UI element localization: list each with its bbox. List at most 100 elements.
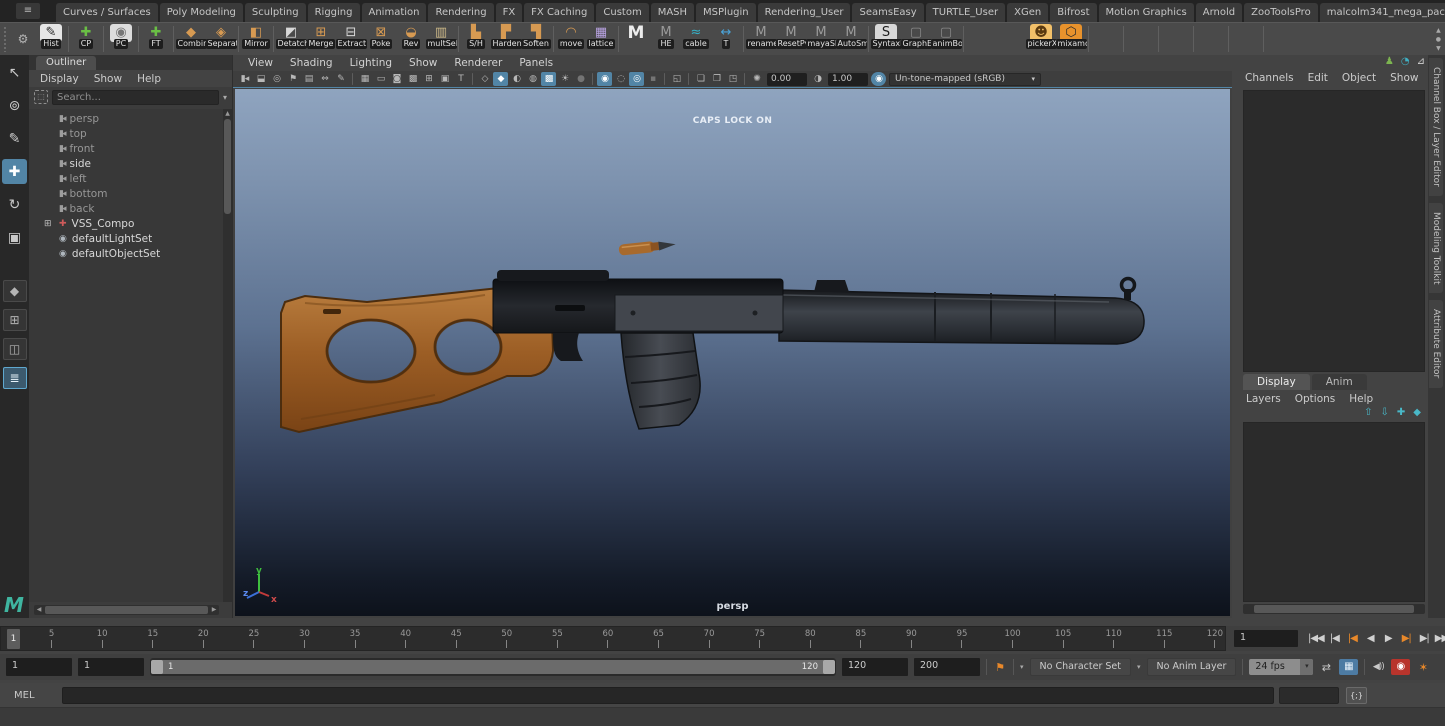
menu-tab[interactable]: TURTLE_User bbox=[926, 3, 1005, 22]
timeline-tick[interactable]: 55 bbox=[542, 629, 572, 648]
outliner-search-input[interactable] bbox=[52, 90, 219, 105]
layer-editor-menu[interactable]: Options bbox=[1295, 393, 1336, 405]
shelf-button[interactable] bbox=[743, 26, 744, 52]
textured-icon[interactable]: ▩ bbox=[541, 72, 556, 86]
shelf-button[interactable]: ⬡ mixamo bbox=[1056, 24, 1086, 55]
timeline-tick[interactable]: 5 bbox=[37, 629, 67, 648]
exposure-field[interactable]: 0.00 bbox=[767, 73, 807, 86]
timeline-tick[interactable]: 105 bbox=[1048, 629, 1078, 648]
anim-layer-selector[interactable]: No Anim Layer bbox=[1147, 658, 1237, 676]
lights-icon[interactable]: ☀ bbox=[557, 72, 572, 86]
outliner-item[interactable]: bottom bbox=[29, 186, 223, 201]
outliner-search-caret-icon[interactable]: ▾ bbox=[223, 93, 227, 102]
timeline-tick[interactable]: 110 bbox=[1099, 629, 1129, 648]
shelf-button[interactable]: ◆ Combin bbox=[176, 24, 206, 55]
viewport-menu[interactable]: Panels bbox=[519, 57, 553, 69]
move-layer-down-icon[interactable]: ⇩ bbox=[1381, 407, 1389, 418]
shelf-button[interactable]: ▦ lattice bbox=[586, 24, 616, 55]
step-back-key-button[interactable]: |◀ bbox=[1345, 633, 1360, 644]
shelf-button[interactable] bbox=[618, 26, 619, 52]
shelf-button[interactable]: ✚ FT bbox=[141, 24, 171, 55]
separator[interactable] bbox=[688, 73, 689, 85]
shelf-button[interactable] bbox=[173, 26, 174, 52]
copy-view-icon[interactable]: ❏ bbox=[693, 72, 708, 86]
shelf-button[interactable] bbox=[996, 24, 1026, 55]
timeline-tick[interactable]: 95 bbox=[947, 629, 977, 648]
shelf-button[interactable] bbox=[1263, 26, 1264, 52]
playback-end-field[interactable]: 120 bbox=[842, 658, 908, 676]
timeline-tick[interactable]: 65 bbox=[644, 629, 674, 648]
timeline-tick[interactable]: 25 bbox=[239, 629, 269, 648]
outliner-item[interactable]: side bbox=[29, 156, 223, 171]
image-plane-icon[interactable]: ▤ bbox=[301, 72, 316, 86]
rotate-tool[interactable]: ↻ bbox=[2, 192, 27, 217]
channel-speed-icon[interactable]: ◔ bbox=[1401, 55, 1410, 69]
animation-end-field[interactable]: 200 bbox=[914, 658, 980, 676]
timeline-tick[interactable]: 10 bbox=[87, 629, 117, 648]
layer-editor-tab[interactable]: Anim bbox=[1312, 374, 1367, 390]
current-frame-field[interactable]: 1 bbox=[1234, 630, 1298, 647]
channel-box-menu[interactable]: Channels bbox=[1245, 72, 1294, 84]
shelf-button[interactable] bbox=[963, 26, 964, 52]
shelf-button[interactable] bbox=[966, 24, 996, 55]
outliner-item[interactable]: ⊞ VSS_Compo bbox=[29, 216, 223, 231]
scrollbar-thumb[interactable] bbox=[45, 606, 208, 614]
shelf-button[interactable]: ▢ animBot bbox=[931, 24, 961, 55]
menu-tab[interactable]: SeamsEasy bbox=[852, 3, 923, 22]
layer-list[interactable] bbox=[1243, 422, 1425, 602]
timeline-tick[interactable]: 120 bbox=[1200, 629, 1230, 648]
scroll-right-icon[interactable]: ▶ bbox=[209, 605, 219, 615]
create-layer-selected-icon[interactable]: ✚ bbox=[1397, 407, 1405, 418]
shelf-button[interactable]: ☻ pickerX bbox=[1026, 24, 1056, 55]
outliner-item[interactable]: persp bbox=[29, 111, 223, 126]
timeline-tick[interactable]: 20 bbox=[188, 629, 218, 648]
viewport-menu[interactable]: Show bbox=[409, 57, 437, 69]
shelf-button[interactable] bbox=[1126, 24, 1156, 55]
shelf-button[interactable]: ▜ Soften bbox=[521, 24, 551, 55]
fps-dropdown[interactable]: 24 fps ▾ bbox=[1249, 659, 1313, 675]
shelf-button[interactable] bbox=[1231, 24, 1261, 55]
grid-icon[interactable]: ▦ bbox=[357, 72, 372, 86]
screen-space-ao-icon[interactable]: ◉ bbox=[597, 72, 612, 86]
tone-map-icon[interactable]: ◉ bbox=[871, 72, 886, 86]
scrollbar-thumb[interactable] bbox=[1254, 605, 1414, 613]
shelf-button[interactable]: ▙ S/H bbox=[461, 24, 491, 55]
outliner-persp-layout[interactable]: ≣ bbox=[3, 367, 27, 389]
rifle-model[interactable] bbox=[235, 89, 1230, 616]
cached-playback-icon[interactable]: ▦ bbox=[1339, 659, 1358, 675]
timeline-tick[interactable]: 90 bbox=[896, 629, 926, 648]
timeline-tick[interactable]: 15 bbox=[138, 629, 168, 648]
outliner-item[interactable]: left bbox=[29, 171, 223, 186]
scroll-up-icon[interactable]: ▲ bbox=[223, 109, 232, 118]
channel-manipulator-icon[interactable]: ♟ bbox=[1385, 55, 1394, 69]
depth-of-field-icon[interactable]: ▪ bbox=[645, 72, 660, 86]
viewport-menu[interactable]: View bbox=[248, 57, 273, 69]
command-line-language-label[interactable]: MEL bbox=[0, 690, 62, 701]
shelf-button[interactable]: M ResetPv bbox=[776, 24, 806, 55]
select-tool[interactable]: ↖ bbox=[2, 60, 27, 85]
auto-keyframe-icon[interactable]: ◉ bbox=[1391, 659, 1410, 675]
outliner-list[interactable]: persp top front side bbox=[29, 109, 223, 602]
shelf-button[interactable]: M HE bbox=[651, 24, 681, 55]
menu-tab[interactable]: Poly Modeling bbox=[160, 3, 243, 22]
shelf-button[interactable]: ↔ T bbox=[711, 24, 741, 55]
side-panel-tab[interactable]: Channel Box / Layer Editor bbox=[1429, 58, 1443, 196]
script-editor-button[interactable]: {;} bbox=[1346, 687, 1367, 704]
menu-tab[interactable]: Arnold bbox=[1196, 3, 1242, 22]
viewport-3d-view[interactable]: CAPS LOCK ON persp y z x bbox=[235, 89, 1230, 616]
animation-start-field[interactable]: 1 bbox=[6, 658, 72, 676]
shelf-button[interactable]: ◧ Mirror bbox=[241, 24, 271, 55]
timeline-track[interactable]: 1 51015202530354045505560657075808590951… bbox=[0, 626, 1226, 651]
timeline-tick[interactable]: 85 bbox=[846, 629, 876, 648]
outliner-item[interactable]: back bbox=[29, 201, 223, 216]
shelf-button[interactable] bbox=[138, 26, 139, 52]
outliner-menu[interactable]: Display bbox=[40, 73, 79, 85]
fit-view-icon[interactable]: ◳ bbox=[725, 72, 740, 86]
shelf-button[interactable]: ▢ GraphEd bbox=[901, 24, 931, 55]
channel-box-menu[interactable]: Show bbox=[1390, 72, 1418, 84]
gamma-field[interactable]: 1.00 bbox=[828, 73, 868, 86]
timeline-tick[interactable]: 35 bbox=[340, 629, 370, 648]
channel-box-list[interactable] bbox=[1243, 90, 1425, 372]
layer-editor-tab[interactable]: Display bbox=[1243, 374, 1310, 390]
gate-mask-icon[interactable]: ▩ bbox=[405, 72, 420, 86]
